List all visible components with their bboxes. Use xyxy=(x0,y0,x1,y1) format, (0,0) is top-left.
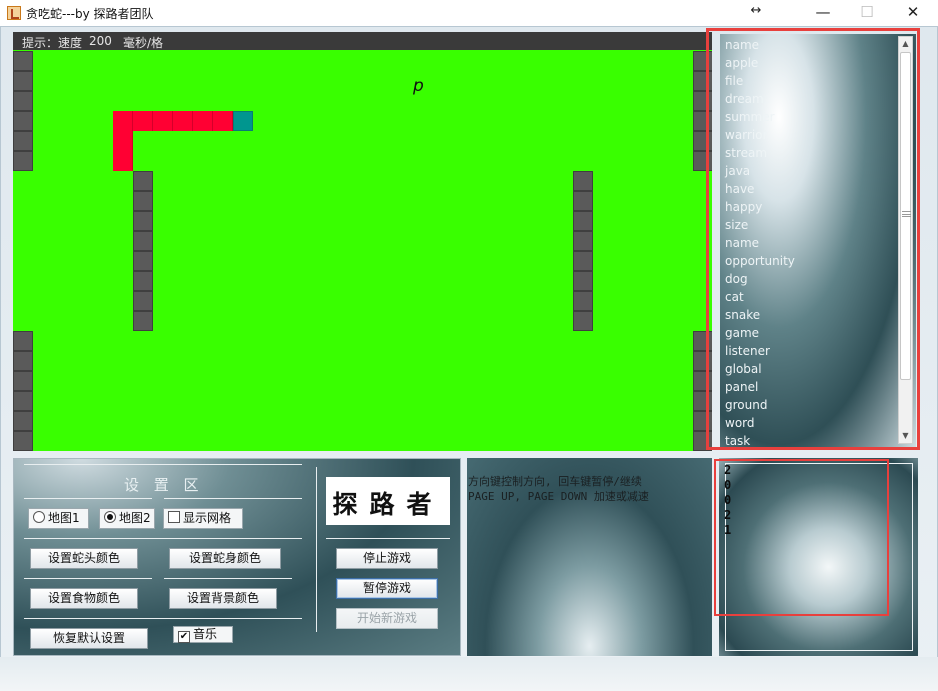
set-background-color-button[interactable]: 设置背景颜色 xyxy=(169,588,277,609)
wall-block xyxy=(573,291,593,311)
maximize-button[interactable]: ☐ xyxy=(844,0,890,26)
radio-on-icon xyxy=(104,511,116,523)
wall-block xyxy=(13,331,33,351)
wall-block xyxy=(133,291,153,311)
snake-head xyxy=(233,111,253,131)
wall-block xyxy=(13,391,33,411)
map2-label: 地图2 xyxy=(119,511,151,525)
new-game-button[interactable]: 开始新游戏 xyxy=(336,608,438,629)
wall-block xyxy=(573,231,593,251)
resize-arrows-icon: ↔ xyxy=(750,3,762,18)
highlight-box-digits xyxy=(714,459,889,616)
pause-game-button[interactable]: 暂停游戏 xyxy=(336,578,438,599)
wall-block xyxy=(13,151,33,171)
wall-block xyxy=(13,131,33,151)
close-button[interactable]: ✕ xyxy=(890,0,936,26)
snake-body-segment xyxy=(153,111,173,131)
settings-panel: 设 置 区 地图1 地图2 显示网格 设置蛇头颜色 设置蛇身颜色 设置食物颜色 … xyxy=(13,458,461,656)
wall-block xyxy=(13,431,33,451)
checkbox-unchecked-icon xyxy=(168,511,180,523)
checkbox-checked-icon: ✔ xyxy=(178,631,190,643)
team-logo-text: 探路者 xyxy=(332,490,444,519)
food-letter: p xyxy=(413,76,424,96)
instruction-panel: 方向键控制方向, 回车键暂停/继续 PAGE UP, PAGE DOWN 加速或… xyxy=(467,458,712,656)
snake-body-segment xyxy=(113,111,133,131)
snake-body-segment xyxy=(133,111,153,131)
wall-block xyxy=(573,311,593,331)
instruction-line-2: PAGE UP, PAGE DOWN 加速或减速 xyxy=(468,490,649,503)
vertical-divider xyxy=(316,467,317,632)
wall-block xyxy=(13,71,33,91)
divider xyxy=(24,464,302,465)
instruction-line-1: 方向键控制方向, 回车键暂停/继续 xyxy=(468,475,642,488)
wall-block xyxy=(133,211,153,231)
divider xyxy=(164,578,292,579)
hint-speed-value: 200 xyxy=(89,34,112,48)
snake-body-segment xyxy=(113,131,133,151)
wall-block xyxy=(573,251,593,271)
divider xyxy=(24,538,302,539)
snake-body-segment xyxy=(113,151,133,171)
show-grid-checkbox[interactable]: 显示网格 xyxy=(163,508,243,529)
set-snake-body-color-button[interactable]: 设置蛇身颜色 xyxy=(169,548,281,569)
radio-off-icon xyxy=(33,511,45,523)
settings-title: 设 置 区 xyxy=(124,476,204,494)
map2-radio[interactable]: 地图2 xyxy=(99,508,155,529)
snake-body-segment xyxy=(193,111,213,131)
music-checkbox[interactable]: ✔ 音乐 xyxy=(173,626,233,643)
wall-block xyxy=(573,191,593,211)
wall-block xyxy=(13,371,33,391)
title-bar: 贪吃蛇---by 探路者团队 ↔ — ☐ ✕ xyxy=(0,0,938,26)
set-snake-head-color-button[interactable]: 设置蛇头颜色 xyxy=(30,548,138,569)
divider xyxy=(326,538,450,539)
wall-block xyxy=(573,171,593,191)
set-food-color-button[interactable]: 设置食物颜色 xyxy=(30,588,138,609)
map1-label: 地图1 xyxy=(48,511,80,525)
bottom-strip xyxy=(0,657,938,691)
team-logo: 探路者 xyxy=(326,477,450,525)
divider xyxy=(24,618,302,619)
wall-block xyxy=(133,171,153,191)
wall-block xyxy=(133,191,153,211)
restore-defaults-button[interactable]: 恢复默认设置 xyxy=(30,628,148,649)
hint-bar: 提示：速度 200 毫秒/格 xyxy=(13,32,712,50)
music-label: 音乐 xyxy=(193,627,218,641)
hint-label: 提示：速度 xyxy=(22,36,83,50)
wall-block xyxy=(13,51,33,71)
divider xyxy=(24,498,152,499)
divider xyxy=(24,578,152,579)
highlight-box-word-list xyxy=(706,28,920,450)
wall-block xyxy=(573,211,593,231)
stop-game-button[interactable]: 停止游戏 xyxy=(336,548,438,569)
wall-block xyxy=(133,271,153,291)
window-title: 贪吃蛇---by 探路者团队 xyxy=(26,7,154,21)
wall-block xyxy=(13,351,33,371)
map1-radio[interactable]: 地图1 xyxy=(28,508,89,529)
wall-block xyxy=(13,411,33,431)
game-board[interactable]: 提示：速度 200 毫秒/格 p xyxy=(13,32,712,451)
minimize-button[interactable]: — xyxy=(800,0,846,26)
hint-speed-unit: 毫秒/格 xyxy=(123,36,164,50)
java-cup-icon xyxy=(7,6,21,20)
wall-block xyxy=(573,271,593,291)
wall-block xyxy=(13,111,33,131)
snake-body-segment xyxy=(173,111,193,131)
snake-body-segment xyxy=(213,111,233,131)
divider xyxy=(164,498,302,499)
wall-block xyxy=(133,251,153,271)
wall-block xyxy=(133,231,153,251)
wall-block xyxy=(13,91,33,111)
show-grid-label: 显示网格 xyxy=(183,511,232,525)
wall-block xyxy=(133,311,153,331)
